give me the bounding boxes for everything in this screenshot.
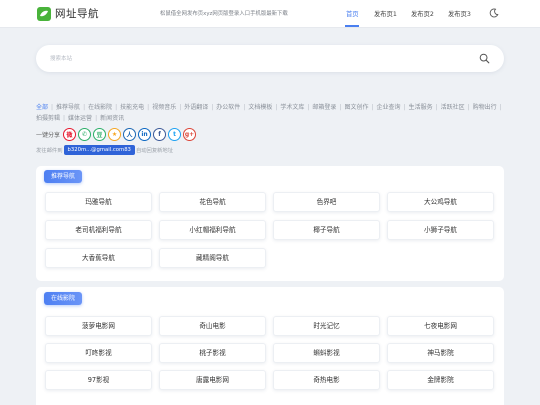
nav-link-tile[interactable]: 叮咚影视 [45, 343, 152, 363]
nav-link-tile[interactable]: 神马影院 [387, 343, 494, 363]
category-link[interactable]: 拍摄剪辑 [36, 115, 60, 122]
category-separator: | [307, 104, 310, 111]
share-label: 一键分享 [36, 132, 61, 139]
nav-link-tile[interactable]: 小狮子导航 [387, 220, 494, 240]
nav-link-tile[interactable]: 大香蕉导航 [45, 248, 152, 268]
category-separator: | [179, 104, 182, 111]
nav-link-tile[interactable]: 桃子影视 [159, 343, 266, 363]
nav-link-tile[interactable]: 菠萝电影网 [45, 316, 152, 336]
category-link[interactable]: 学术文库 [280, 104, 304, 111]
category-separator: | [51, 104, 54, 111]
category-link[interactable]: 新闻资讯 [100, 115, 124, 122]
email-notice: 发往邮件到 b320m...@gmail.com83 自动回复新地址 [36, 145, 173, 155]
category-link[interactable]: 企业查询 [377, 104, 401, 111]
section-recommended: 推荐导航 玛雅导航 花色导航 色界吧 大公鸡导航老司机福利导航 小红帽福利导航 椰子导航小… [36, 166, 504, 281]
category-separator: | [499, 104, 502, 111]
wechat-icon[interactable]: ✆ [78, 128, 92, 141]
moon-icon[interactable] [489, 8, 499, 18]
nav-link-tile[interactable]: 小红帽福利导航 [159, 220, 266, 240]
share-bar: 一键分享 微 ✆ 豆 ★ 人 in f t g+ [36, 127, 198, 142]
nav-link-tile[interactable]: 97影视 [45, 370, 152, 390]
nav-link-tile[interactable]: 奇热电影 [273, 370, 380, 390]
category-link[interactable]: 购物出行 [473, 104, 497, 111]
search-icon[interactable] [479, 53, 490, 64]
nav-link-tile[interactable]: 奇山电影 [159, 316, 266, 336]
nav-publish-2[interactable]: 发布页2 [411, 9, 434, 18]
category-links: 全部 | 推荐导航 | 在线影院 | 技能充电 | 视频音乐 | 外语翻译 | 办公软件 | 文档模板 | 学术… [36, 102, 506, 124]
site-logo[interactable]: 网址导航 [37, 6, 99, 21]
nav-publish-3[interactable]: 发布页3 [448, 9, 471, 18]
nav-link-tile[interactable]: 花色导航 [159, 192, 266, 212]
nav-link-tile[interactable]: 玛雅导航 [45, 192, 152, 212]
category-separator: | [83, 104, 86, 111]
category-separator: | [243, 104, 246, 111]
section-title: 在线影院 [44, 292, 83, 305]
weibo-icon[interactable]: 微 [63, 128, 77, 141]
category-separator: | [275, 104, 278, 111]
category-separator: | [339, 104, 342, 111]
category-link[interactable]: 图文创作 [344, 104, 368, 111]
email-address[interactable]: b320m...@gmail.com83 [63, 145, 135, 155]
category-separator: | [211, 104, 214, 111]
twitter-icon[interactable]: t [168, 128, 182, 141]
nav-link-tile[interactable]: 色界吧 [273, 192, 380, 212]
logo-icon [37, 6, 51, 21]
category-separator: | [403, 104, 406, 111]
category-link[interactable]: 全部 [36, 104, 48, 111]
category-separator: | [467, 104, 470, 111]
category-separator: | [63, 115, 66, 122]
nav-home[interactable]: 首页 [346, 9, 359, 18]
category-link[interactable]: 媒体运营 [68, 115, 92, 122]
category-link[interactable]: 外语翻译 [184, 104, 208, 111]
category-link[interactable]: 办公软件 [216, 104, 240, 111]
nav-link-tile[interactable]: 七夜电影网 [387, 316, 494, 336]
nav-link-tile[interactable]: 时光记忆 [273, 316, 380, 336]
search-area: 搜索本站 [0, 28, 540, 92]
nav-link-tile[interactable]: 金牌影院 [387, 370, 494, 390]
search-input[interactable]: 搜索本站 [36, 45, 504, 72]
category-link[interactable]: 生活服务 [409, 104, 433, 111]
category-separator: | [371, 104, 374, 111]
category-separator: | [115, 104, 118, 111]
nav-link-tile[interactable]: 大公鸡导航 [387, 192, 494, 212]
facebook-icon[interactable]: f [153, 128, 167, 141]
section-cinema: 在线影院 菠萝电影网 奇山电影 时光记忆 七夜电影网叮咚影视 桃子影视 蝌蚪影视 神马影院 9… [36, 287, 504, 405]
nav-link-tile[interactable]: 老司机福利导航 [45, 220, 152, 240]
nav-link-tile[interactable]: 蝌蚪影视 [273, 343, 380, 363]
email-prefix: 发往邮件到 [36, 148, 63, 154]
category-link[interactable]: 技能充电 [120, 104, 144, 111]
category-separator: | [95, 115, 98, 122]
category-link[interactable]: 推荐导航 [56, 104, 80, 111]
section-title: 推荐导航 [44, 170, 83, 183]
douban-icon[interactable]: 豆 [93, 128, 107, 141]
qzone-icon[interactable]: ★ [108, 128, 122, 141]
header-notice[interactable]: 松鼠借全网发布页xyz网页版登录入口手机版最新下载 [160, 9, 330, 17]
top-header: 网址导航 松鼠借全网发布页xyz网页版登录入口手机版最新下载 首页 发布页1 发… [0, 0, 540, 28]
email-suffix: 自动回复新地址 [135, 148, 174, 154]
category-link[interactable]: 活跃社区 [441, 104, 465, 111]
linkedin-icon[interactable]: in [138, 128, 152, 141]
nav-active-underline [345, 25, 359, 27]
nav-link-tile[interactable]: 唐露电影网 [159, 370, 266, 390]
nav-link-tile[interactable]: 椰子导航 [273, 220, 380, 240]
category-link[interactable]: 视频音乐 [152, 104, 176, 111]
category-link[interactable]: 文档模板 [248, 104, 272, 111]
search-placeholder: 搜索本站 [50, 56, 73, 62]
nav-link-tile[interactable]: 藏精阁导航 [159, 248, 266, 268]
site-title: 网址导航 [55, 8, 99, 20]
nav-publish-1[interactable]: 发布页1 [374, 9, 397, 18]
category-separator: | [435, 104, 438, 111]
renren-icon[interactable]: 人 [123, 128, 137, 141]
category-separator: | [147, 104, 150, 111]
category-link[interactable]: 邮箱登录 [312, 104, 336, 111]
category-link[interactable]: 在线影院 [88, 104, 112, 111]
google-plus-icon[interactable]: g+ [183, 128, 197, 141]
